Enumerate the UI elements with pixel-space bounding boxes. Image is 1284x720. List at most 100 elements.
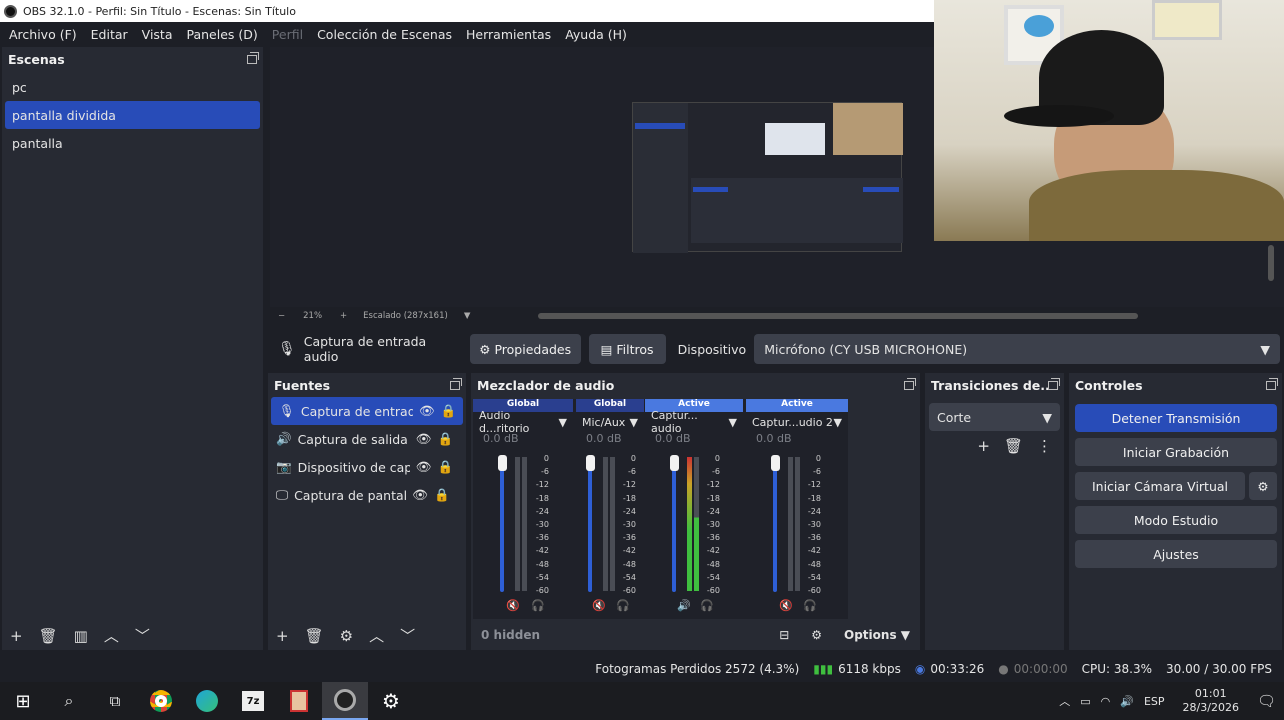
windows-start-icon[interactable]: ⊞ <box>0 682 46 720</box>
eye-icon[interactable]: 👁 <box>416 459 432 475</box>
seven-zip-icon[interactable]: 7z <box>230 682 276 720</box>
start-recording-button[interactable]: Iniciar Grabación <box>1075 438 1277 466</box>
lock-icon[interactable]: 🔒 <box>434 487 450 503</box>
zoom-out-icon[interactable]: − <box>270 311 293 321</box>
virtual-camera-settings-button[interactable]: ⚙ <box>1249 472 1277 500</box>
mixer-header: Mezclador de audio <box>471 373 920 397</box>
search-icon[interactable]: ⌕ <box>46 682 92 720</box>
scene-item[interactable]: pc <box>2 73 263 101</box>
headphones-icon[interactable]: 🎧 <box>616 599 630 612</box>
filter-icon[interactable]: ▥ <box>74 627 88 645</box>
menu-vista[interactable]: Vista <box>135 27 180 42</box>
filters-button[interactable]: ▤ Filtros <box>588 334 666 364</box>
volume-slider[interactable] <box>773 464 777 592</box>
headphones-icon[interactable]: 🎧 <box>531 599 545 612</box>
menu-paneles[interactable]: Paneles (D) <box>180 27 265 42</box>
channel-name-dropdown[interactable]: Audio d...ritorio ▼ <box>473 409 573 435</box>
volume-knob[interactable] <box>771 455 780 471</box>
preview-canvas[interactable] <box>270 47 934 307</box>
volume-knob[interactable] <box>670 455 679 471</box>
studio-mode-button[interactable]: Modo Estudio <box>1075 506 1277 534</box>
clock[interactable]: 01:01 28/3/2026 <box>1175 687 1247 715</box>
chrome-icon[interactable] <box>138 682 184 720</box>
menu-ayuda[interactable]: Ayuda (H) <box>558 27 634 42</box>
options-dropdown[interactable]: Options ▼ <box>844 628 910 642</box>
obs-taskbar-icon[interactable] <box>322 682 368 720</box>
scene-item[interactable]: pantalla <box>2 129 263 157</box>
vertical-scrollbar[interactable] <box>1268 245 1274 281</box>
source-item-selected[interactable]: 🎙 Captura de entrada 👁 🔒 <box>271 397 463 425</box>
volume-icon[interactable]: 🔊 <box>1120 695 1134 708</box>
volume-knob[interactable] <box>498 455 507 471</box>
volume-slider[interactable] <box>588 464 592 592</box>
more-vertical-icon[interactable]: ⋮ <box>1037 437 1052 455</box>
chevron-up-icon[interactable]: ︿ <box>1059 693 1070 709</box>
move-up-icon[interactable]: ︿ <box>104 625 119 646</box>
menu-coleccion[interactable]: Colección de Escenas <box>310 27 459 42</box>
scene-item-selected[interactable]: pantalla dividida <box>5 101 260 129</box>
undock-icon[interactable] <box>904 377 916 390</box>
volume-slider[interactable] <box>672 464 676 592</box>
settings-button[interactable]: Ajustes <box>1075 540 1277 568</box>
channel-name-dropdown[interactable]: Captur... audio ▼ <box>645 409 743 435</box>
gear-icon[interactable]: ⚙ <box>340 627 353 645</box>
add-icon[interactable]: + <box>10 627 23 645</box>
undock-icon[interactable] <box>1048 377 1060 390</box>
paint-icon[interactable] <box>276 682 322 720</box>
source-item[interactable]: 📷 Dispositivo de captu 👁 🔒 <box>268 453 466 481</box>
speaker-icon[interactable]: 🔊 <box>677 599 691 612</box>
settings-taskbar-icon[interactable]: ⚙ <box>368 682 414 720</box>
menu-archivo[interactable]: Archivo (F) <box>2 27 84 42</box>
eye-icon[interactable]: 👁 <box>416 431 432 447</box>
battery-icon[interactable]: ▭ <box>1080 695 1090 708</box>
channel-name-dropdown[interactable]: Mic/Aux ▼ <box>576 412 644 432</box>
add-icon[interactable]: + <box>977 437 990 455</box>
channel-name-dropdown[interactable]: Captur...udio 2 ▼ <box>746 412 848 432</box>
webcam-overlay <box>934 0 1284 241</box>
task-view-icon[interactable]: ⧉ <box>92 682 138 720</box>
scale-dropdown-icon[interactable]: ▼ <box>456 311 479 321</box>
eye-icon[interactable]: 👁 <box>412 487 428 503</box>
layout-icon[interactable]: ⊟ <box>779 628 789 642</box>
undock-icon[interactable] <box>1266 377 1278 390</box>
lock-icon[interactable]: 🔒 <box>437 459 453 475</box>
horizontal-scrollbar[interactable] <box>538 313 1139 319</box>
move-up-icon[interactable]: ︿ <box>369 625 384 646</box>
eye-icon[interactable]: 👁 <box>419 403 435 419</box>
transition-select[interactable]: Corte ▼ <box>929 403 1060 431</box>
advanced-audio-icon[interactable]: ⚙ <box>811 628 822 642</box>
source-item[interactable]: 🖵 Captura de pantalla 👁 🔒 <box>268 481 466 509</box>
trash-icon[interactable]: 🗑 <box>39 627 58 645</box>
notifications-icon[interactable]: 🗨 <box>1257 692 1276 710</box>
stop-streaming-button[interactable]: Detener Transmisión <box>1075 404 1277 432</box>
volume-knob[interactable] <box>586 455 595 471</box>
device-select[interactable]: Micrófono (CY USB MICROHONE) ▼ <box>754 334 1281 364</box>
volume-slider[interactable] <box>500 464 504 592</box>
undock-icon[interactable] <box>247 51 259 64</box>
mute-speaker-icon[interactable]: 🔇 <box>592 599 606 612</box>
lock-icon[interactable]: 🔒 <box>437 431 453 447</box>
add-icon[interactable]: + <box>276 627 289 645</box>
move-down-icon[interactable]: ﹀ <box>135 625 150 646</box>
headphones-icon[interactable]: 🎧 <box>700 599 714 612</box>
edge-icon[interactable] <box>184 682 230 720</box>
zoom-in-icon[interactable]: + <box>332 311 355 321</box>
lock-icon[interactable]: 🔒 <box>441 403 457 419</box>
move-down-icon[interactable]: ﹀ <box>400 625 415 646</box>
trash-icon[interactable]: 🗑 <box>305 627 324 645</box>
wifi-icon[interactable]: ◠ <box>1101 695 1111 708</box>
trash-icon[interactable]: 🗑 <box>1004 437 1023 455</box>
source-label: Captura de entrada <box>300 403 413 419</box>
mute-speaker-icon[interactable]: 🔇 <box>506 599 520 612</box>
menu-editar[interactable]: Editar <box>84 27 135 42</box>
menu-herramientas[interactable]: Herramientas <box>459 27 558 42</box>
mixer-channels: Global Audio d...ritorio ▼ 0.0 dB 0 -6 -12-… <box>473 399 848 619</box>
start-virtual-camera-button[interactable]: Iniciar Cámara Virtual <box>1075 472 1245 500</box>
menu-perfil[interactable]: Perfil <box>265 27 310 42</box>
headphones-icon[interactable]: 🎧 <box>803 599 817 612</box>
undock-icon[interactable] <box>450 377 462 390</box>
mute-speaker-icon[interactable]: 🔇 <box>779 599 793 612</box>
source-item[interactable]: 🔊 Captura de salida de 👁 🔒 <box>268 425 466 453</box>
language-indicator[interactable]: ESP <box>1144 695 1165 708</box>
properties-button[interactable]: ⚙ Propiedades <box>469 334 581 364</box>
